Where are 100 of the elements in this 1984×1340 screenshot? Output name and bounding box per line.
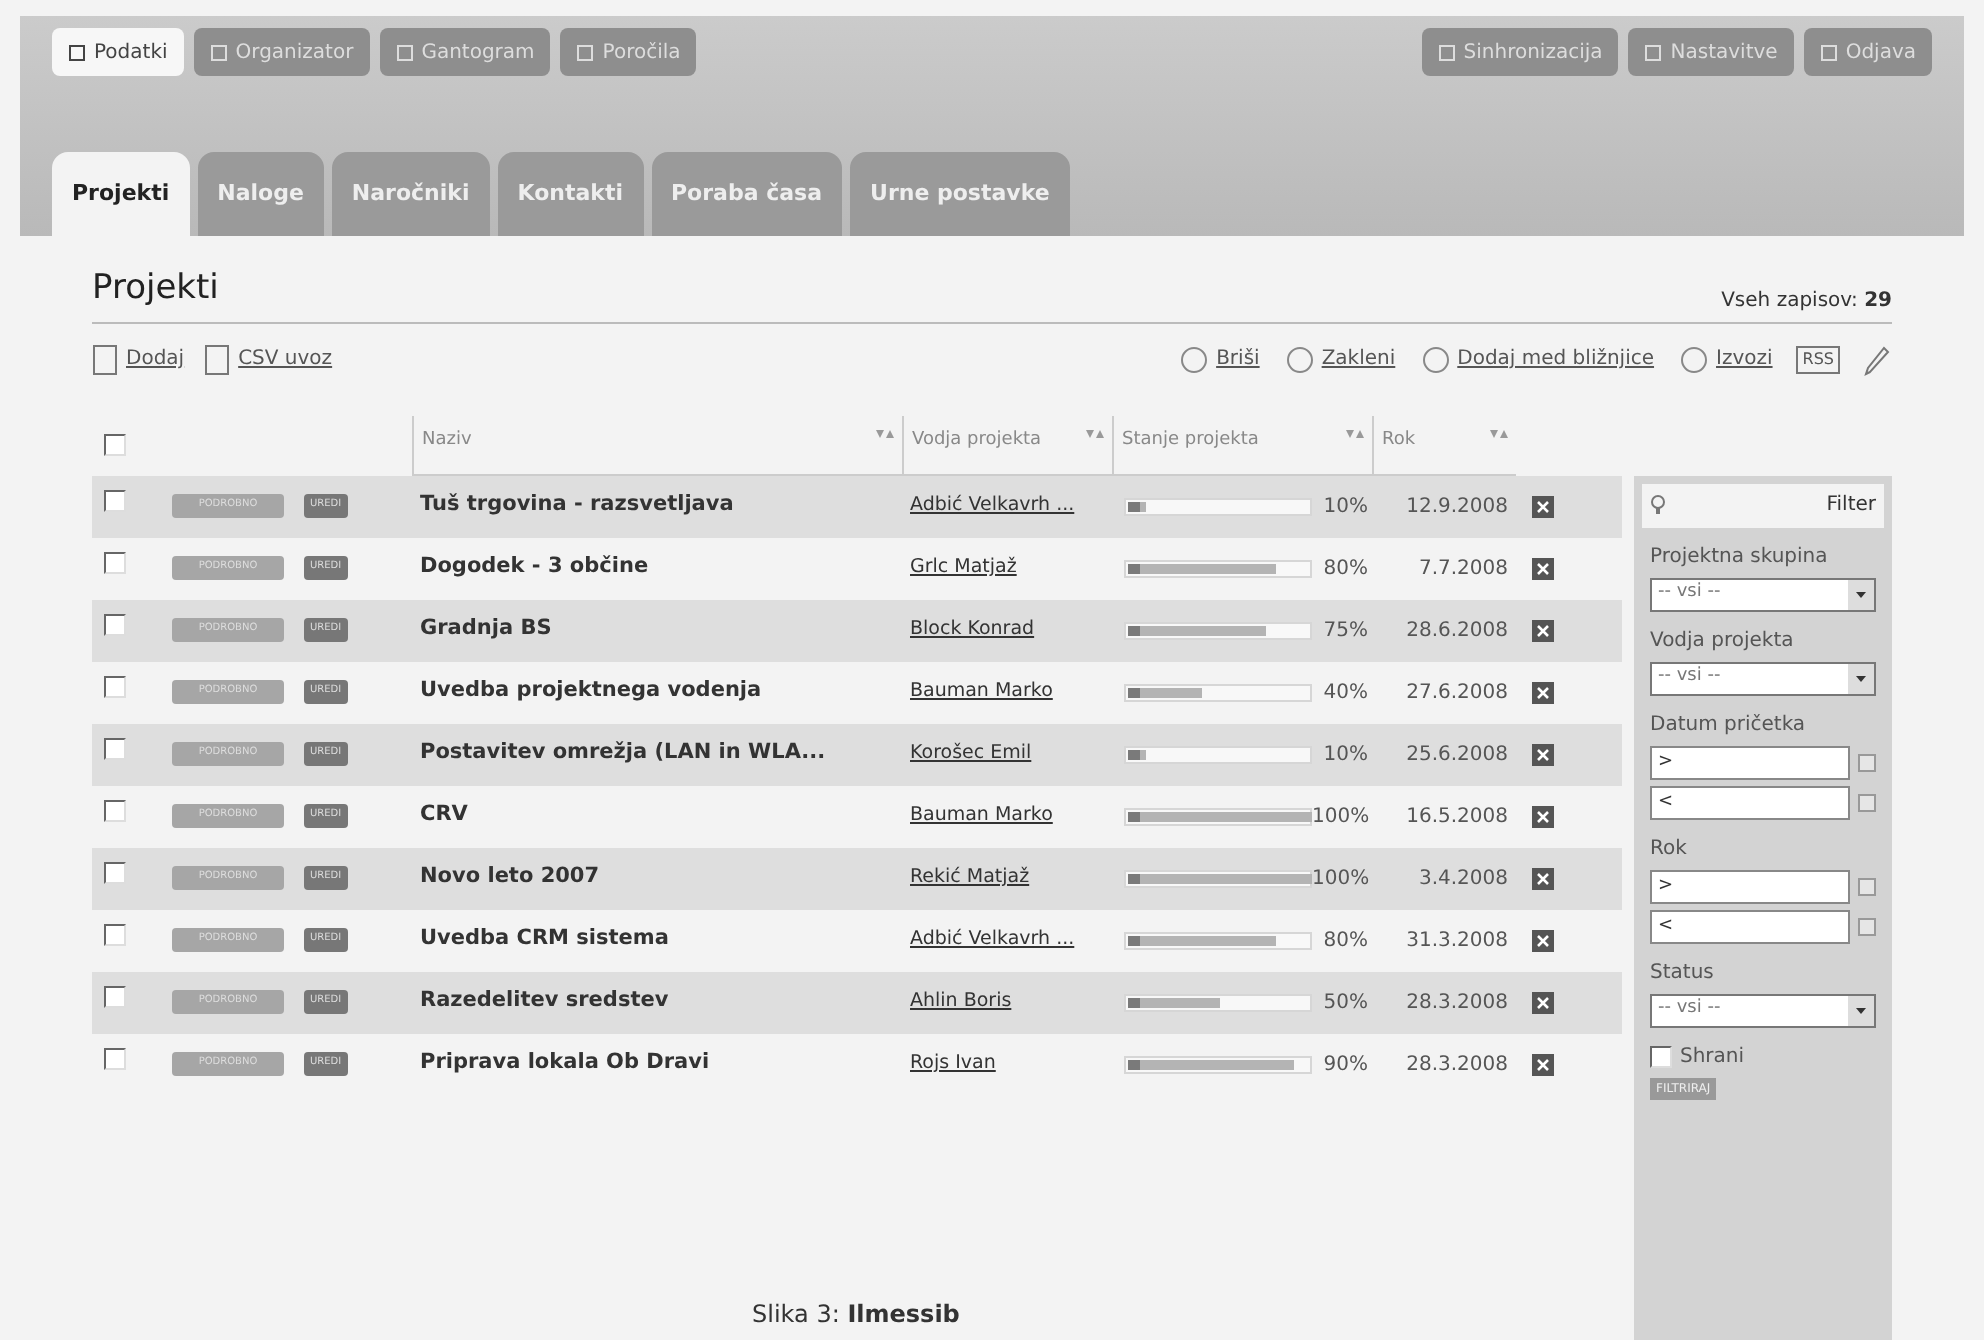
percent-text: 90%	[1323, 1051, 1368, 1079]
percent-text: 100%	[1312, 865, 1370, 893]
delete-icon[interactable]	[1532, 929, 1554, 951]
filter-select[interactable]: -- vsi --	[1650, 577, 1876, 611]
toolbar-link[interactable]: Zakleni	[1283, 343, 1396, 375]
nav-icon	[68, 43, 86, 61]
delete-icon[interactable]	[1532, 1053, 1554, 1075]
checkbox[interactable]	[104, 737, 126, 760]
project-lead-link[interactable]: Bauman Marko	[902, 801, 1112, 831]
date-field[interactable]: >	[1650, 869, 1850, 903]
percent-text: 100%	[1312, 803, 1370, 831]
delete-icon[interactable]	[1532, 867, 1554, 889]
delete-icon[interactable]	[1532, 681, 1554, 703]
project-name: Postavitev omrežja (LAN in WLA...	[418, 738, 828, 769]
toolbar-link[interactable]: Izvozi	[1678, 343, 1773, 375]
toolbar-icon	[1419, 343, 1452, 375]
nav-icon	[1819, 43, 1838, 61]
delete-icon[interactable]	[1532, 619, 1554, 641]
due-date: 3.4.2008	[1416, 865, 1510, 893]
date-field[interactable]: <	[1650, 909, 1850, 943]
filter-label: Status	[1650, 959, 1716, 987]
toolbar-link[interactable]: CSV uvoz	[204, 343, 333, 375]
checkbox[interactable]	[104, 613, 126, 636]
project-lead-link[interactable]: Grlc Matjaž	[902, 553, 1112, 583]
checkbox[interactable]	[104, 1047, 126, 1070]
date-field[interactable]: <	[1650, 785, 1850, 819]
due-date: 28.3.2008	[1404, 1051, 1510, 1079]
project-lead-link[interactable]: Rekić Matjaž	[902, 863, 1112, 893]
delete-icon[interactable]	[1532, 743, 1554, 765]
project-name: Gradnja BS	[418, 614, 554, 645]
document-icon	[92, 343, 120, 375]
date-field[interactable]: >	[1650, 745, 1850, 779]
percent-text: 10%	[1323, 493, 1368, 521]
filter-label: Rok	[1650, 835, 1689, 863]
sort-icon[interactable]	[876, 427, 894, 439]
sort-icon[interactable]	[1086, 427, 1104, 439]
checkbox[interactable]	[104, 675, 126, 698]
filter-label: Datum pričetka	[1650, 711, 1808, 739]
delete-icon[interactable]	[1532, 557, 1554, 579]
nav-icon	[1644, 43, 1663, 61]
percent-text: 10%	[1323, 741, 1368, 769]
sort-icon[interactable]	[1346, 427, 1364, 439]
due-date: 28.6.2008	[1404, 617, 1510, 645]
percent-text: 40%	[1323, 679, 1368, 707]
record-count: Vseh zapisov: 29	[1721, 287, 1892, 315]
project-lead-link[interactable]: Korošec Emil	[902, 739, 1112, 769]
document-icon	[204, 343, 233, 375]
nav-icon	[209, 43, 228, 61]
project-name: Priprava lokala Ob Dravi	[418, 1048, 712, 1079]
toolbar-link[interactable]: Dodaj med bližnjice	[1419, 343, 1655, 375]
delete-icon[interactable]	[1532, 805, 1554, 827]
checkbox[interactable]	[104, 551, 126, 574]
sort-icon[interactable]	[1490, 427, 1508, 439]
toolbar-link[interactable]: Briši	[1178, 343, 1260, 375]
due-date: 16.5.2008	[1404, 803, 1510, 831]
section-tab[interactable]: Projekti	[52, 152, 190, 236]
checkbox[interactable]	[104, 489, 126, 512]
toolbar-link[interactable]: Dodaj	[92, 343, 185, 375]
rss-badge[interactable]: RSS	[1796, 345, 1840, 373]
bulb-icon	[1650, 494, 1666, 516]
filter-title: Filter	[1826, 492, 1876, 520]
project-name: Tuš trgovina - razsvetljava	[418, 490, 736, 521]
due-date: 28.3.2008	[1404, 989, 1510, 1017]
project-lead-link[interactable]: Block Konrad	[902, 615, 1112, 645]
due-date: 7.7.2008	[1416, 555, 1510, 583]
pencil-icon[interactable]	[1864, 343, 1892, 375]
checkbox[interactable]	[104, 434, 126, 456]
filter-label: Projektna skupina	[1650, 543, 1830, 571]
checkbox[interactable]	[104, 923, 126, 946]
percent-text: 75%	[1323, 617, 1368, 645]
percent-text: 80%	[1323, 927, 1368, 955]
delete-icon[interactable]	[1532, 991, 1554, 1013]
project-lead-link[interactable]: Bauman Marko	[902, 677, 1112, 707]
filter-label: Vodja projekta	[1650, 627, 1796, 655]
project-lead-link[interactable]: Rojs Ivan	[902, 1049, 1112, 1079]
project-lead-link[interactable]: Adbić Velkavrh ...	[902, 925, 1112, 955]
project-name: Razedelitev sredstev	[418, 986, 671, 1017]
due-date: 25.6.2008	[1404, 741, 1510, 769]
checkbox[interactable]	[104, 861, 126, 884]
filter-select[interactable]: -- vsi --	[1650, 993, 1876, 1027]
project-lead-link[interactable]: Ahlin Boris	[902, 987, 1112, 1017]
percent-text: 50%	[1323, 989, 1368, 1017]
delete-icon[interactable]	[1532, 495, 1554, 517]
project-name: Uvedba CRM sistema	[418, 924, 671, 955]
nav-icon	[395, 43, 414, 61]
checkbox[interactable]	[104, 985, 126, 1008]
nav-icon	[1437, 43, 1456, 61]
save-label: Shrani	[1680, 1043, 1745, 1071]
due-date: 12.9.2008	[1404, 493, 1510, 521]
due-date: 31.3.2008	[1404, 927, 1510, 955]
toolbar-icon	[1678, 343, 1711, 375]
toolbar-icon	[1178, 343, 1211, 375]
project-name: Uvedba projektnega vodenja	[418, 676, 764, 707]
nav-tab[interactable]: Podatki	[52, 28, 184, 76]
filter-select[interactable]: -- vsi --	[1650, 661, 1876, 695]
project-name: CRV	[418, 800, 470, 831]
checkbox[interactable]	[1650, 1045, 1672, 1067]
project-lead-link[interactable]: Adbić Velkavrh ...	[902, 491, 1112, 521]
page-title: Projekti	[92, 266, 219, 312]
checkbox[interactable]	[104, 799, 126, 822]
